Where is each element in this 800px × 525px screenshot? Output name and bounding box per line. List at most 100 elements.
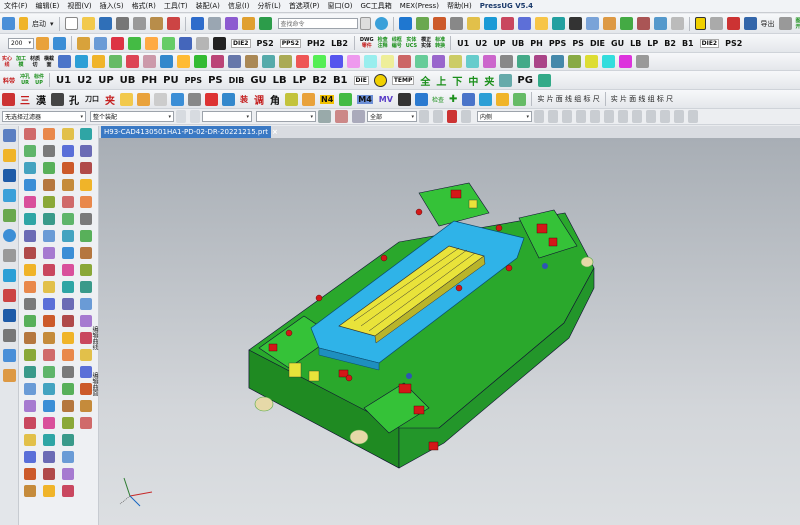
palette-tool-icon[interactable] xyxy=(43,383,55,395)
red-block-icon[interactable] xyxy=(2,92,15,106)
trim-icon[interactable] xyxy=(179,36,192,50)
gear-icon[interactable] xyxy=(222,92,235,106)
ps2-right-button[interactable]: PS2 xyxy=(725,39,742,48)
plane-icon[interactable] xyxy=(143,55,157,68)
move-icon[interactable] xyxy=(94,36,107,50)
palette-tool-icon[interactable] xyxy=(43,485,55,497)
palette-tool-icon[interactable] xyxy=(24,400,36,412)
palette-tool-icon[interactable] xyxy=(24,162,36,174)
palette-tool-icon[interactable] xyxy=(24,179,36,191)
pick-icon[interactable] xyxy=(433,110,443,123)
lp-button[interactable]: LP xyxy=(647,39,658,48)
grid-snap-icon[interactable] xyxy=(688,110,698,123)
ph-button[interactable]: PH xyxy=(530,39,543,48)
curve-icon[interactable] xyxy=(109,55,123,68)
install-button[interactable]: 装 xyxy=(240,94,248,105)
color-icon[interactable] xyxy=(551,55,565,68)
emboss-icon[interactable] xyxy=(449,55,463,68)
palette-tool-icon[interactable] xyxy=(43,451,55,463)
pps-strip-button[interactable]: PPS xyxy=(185,76,203,85)
repeat-icon[interactable] xyxy=(224,17,238,30)
section-face-button[interactable]: 横截面 xyxy=(44,56,54,68)
center-snap-icon[interactable] xyxy=(618,110,628,123)
pattern-icon[interactable] xyxy=(128,36,141,50)
history-icon[interactable] xyxy=(2,229,16,242)
entity-filter-group-1[interactable]: 实 片 面 线 组 标 尺 xyxy=(537,94,599,104)
adjust-button[interactable]: 调 xyxy=(254,92,264,107)
blade-button[interactable]: 刀口 xyxy=(85,94,99,104)
u1-button[interactable]: U1 xyxy=(457,39,469,48)
edit-curve-label[interactable]: 编辑曲线 xyxy=(90,326,99,350)
paste-icon[interactable] xyxy=(149,17,163,30)
draft-icon[interactable] xyxy=(279,55,293,68)
palette-tool-icon[interactable] xyxy=(80,128,92,140)
part-navigator-icon[interactable] xyxy=(2,129,16,142)
boolean-icon[interactable] xyxy=(194,55,208,68)
palette-tool-icon[interactable] xyxy=(24,145,36,157)
lb-button[interactable]: LB xyxy=(630,39,641,48)
solid-line-button[interactable]: 实心线 xyxy=(2,56,12,68)
palette-tool-icon[interactable] xyxy=(62,264,74,276)
hole-button[interactable]: 孔 xyxy=(69,92,79,107)
palette-tool-icon[interactable] xyxy=(80,400,92,412)
palette-tool-icon[interactable] xyxy=(80,349,92,361)
palette-tool-icon[interactable] xyxy=(43,332,55,344)
palette-tool-icon[interactable] xyxy=(24,349,36,361)
menu-mex-press[interactable]: MEX(Press) xyxy=(396,2,443,10)
menu-file[interactable]: 文件(F) xyxy=(0,1,32,11)
clock-icon[interactable] xyxy=(2,349,16,362)
menu-info[interactable]: 信息(I) xyxy=(224,1,254,11)
shade-icon[interactable] xyxy=(568,17,582,30)
palette-tool-icon[interactable] xyxy=(43,349,55,361)
lb-strip-button[interactable]: LB xyxy=(273,75,287,86)
menu-insert[interactable]: 插入(S) xyxy=(96,1,128,11)
measure-icon[interactable] xyxy=(500,17,514,30)
palette-tool-icon[interactable] xyxy=(24,485,36,497)
orange-block-icon[interactable] xyxy=(137,92,150,106)
mold-button[interactable]: 漠 xyxy=(36,92,46,107)
menu-help[interactable]: 帮助(H) xyxy=(443,1,476,11)
document-tab[interactable]: H93-CAD4130501HA1-PD-02-DR-20221215.prt … xyxy=(101,126,278,138)
model-icon[interactable] xyxy=(415,17,429,30)
palette-tool-icon[interactable] xyxy=(62,434,74,446)
palette-tool-icon[interactable] xyxy=(43,315,55,327)
check-button[interactable]: 检查 xyxy=(432,95,444,104)
middle-button[interactable]: 中 xyxy=(468,73,478,88)
palette-tool-icon[interactable] xyxy=(62,417,74,429)
dwg-parts-button[interactable]: DWG 零件 xyxy=(360,37,374,49)
palette-tool-icon[interactable] xyxy=(24,315,36,327)
palette-tool-icon[interactable] xyxy=(43,145,55,157)
layer-filter-select[interactable]: ▾ xyxy=(256,111,316,122)
palette-tool-icon[interactable] xyxy=(80,247,92,259)
section-icon[interactable] xyxy=(479,92,493,106)
blue-part-icon[interactable] xyxy=(171,92,184,106)
punch-button[interactable]: 冲孔 UR xyxy=(20,74,30,86)
palette-tool-icon[interactable] xyxy=(43,400,55,412)
delete-icon[interactable] xyxy=(166,17,180,30)
show-icon[interactable] xyxy=(585,55,599,68)
palette-tool-icon[interactable] xyxy=(43,162,55,174)
sheet-icon[interactable] xyxy=(177,55,191,68)
red-snap-icon[interactable] xyxy=(447,110,457,123)
black-tool-icon[interactable] xyxy=(213,36,226,50)
palette-tool-icon[interactable] xyxy=(24,468,36,480)
die-strip-button[interactable]: DIE xyxy=(353,75,369,85)
snap-icon[interactable] xyxy=(352,110,365,123)
face-snap-icon[interactable] xyxy=(660,110,670,123)
standard-convert-button[interactable]: 标准 转换 xyxy=(435,37,445,49)
ps-strip-button[interactable]: PS xyxy=(208,75,223,86)
palette-tool-icon[interactable] xyxy=(24,128,36,140)
menu-edit[interactable]: 编辑(E) xyxy=(32,1,64,11)
palette-tool-icon[interactable] xyxy=(43,366,55,378)
b2-button[interactable]: B2 xyxy=(664,39,676,48)
menu-preferences[interactable]: 首选项(P) xyxy=(285,1,324,11)
palette-tool-icon[interactable] xyxy=(62,400,74,412)
end-snap-icon[interactable] xyxy=(562,110,572,123)
copy-icon[interactable] xyxy=(132,17,146,30)
rotate-icon[interactable] xyxy=(653,17,667,30)
box-select-icon[interactable] xyxy=(461,110,471,123)
replace-icon[interactable] xyxy=(398,55,412,68)
close-icon[interactable]: × xyxy=(272,128,278,136)
control-snap-icon[interactable] xyxy=(590,110,600,123)
ps2-button[interactable]: PS2 xyxy=(257,39,274,48)
